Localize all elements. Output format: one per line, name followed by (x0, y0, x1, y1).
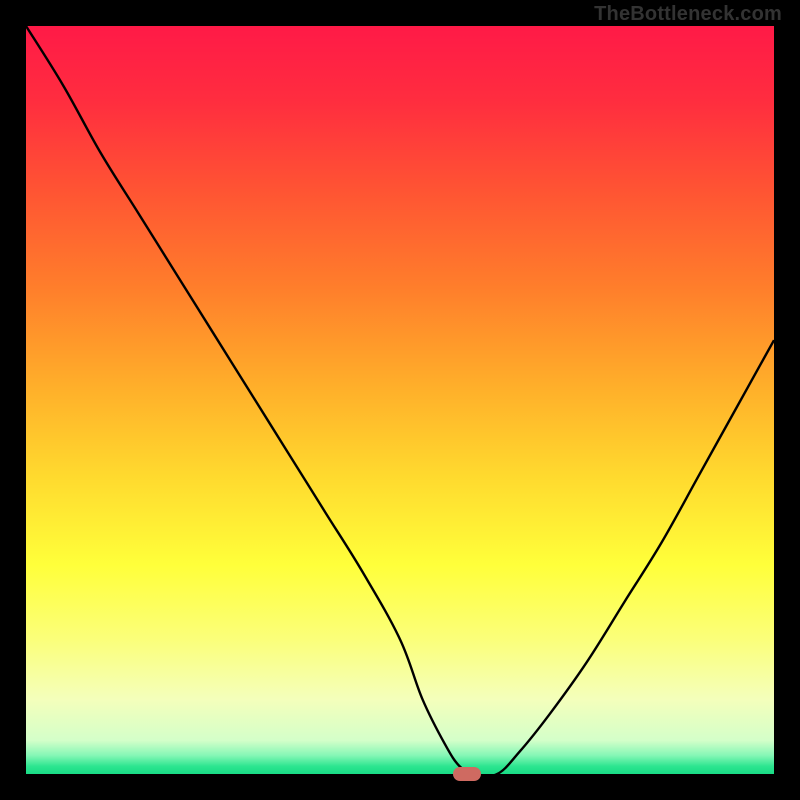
chart-container: TheBottleneck.com (0, 0, 800, 800)
bottleneck-plot (26, 26, 774, 774)
gradient-background (26, 26, 774, 774)
optimal-marker (453, 767, 481, 781)
watermark-text: TheBottleneck.com (594, 3, 782, 26)
